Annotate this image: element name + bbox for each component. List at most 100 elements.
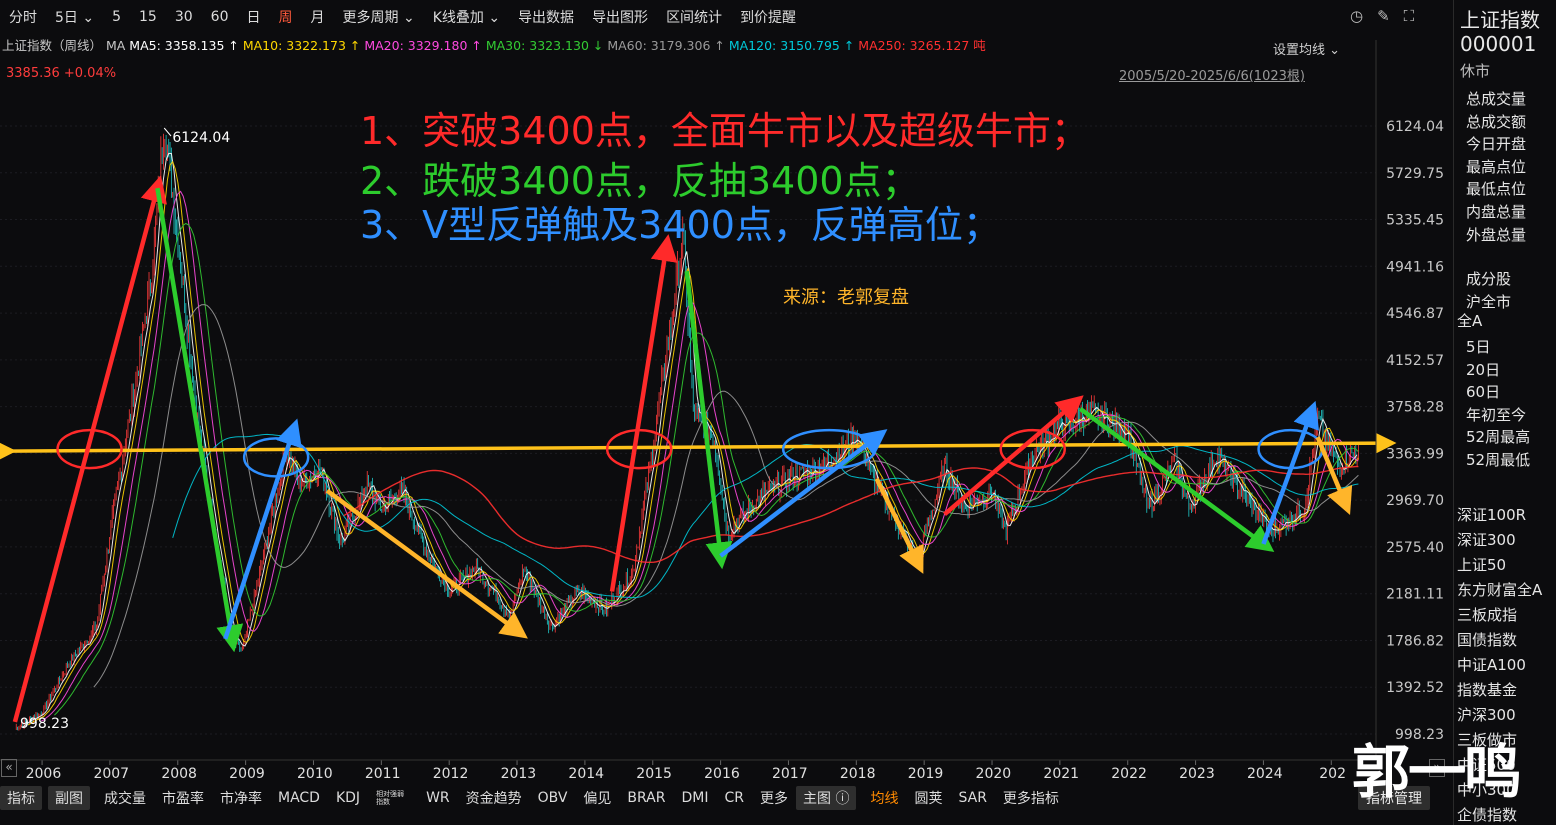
range-0[interactable]: 5日 — [1466, 336, 1491, 357]
y-tick-7: 3363.99 — [1386, 446, 1444, 462]
indicator-9[interactable]: 资金趋势 — [458, 788, 530, 808]
x-tick-6: 2012 — [433, 766, 469, 782]
y-tick-8: 2969.70 — [1386, 493, 1444, 509]
index-7[interactable]: 指数基金 — [1457, 679, 1517, 700]
indicator-18[interactable]: 圆荚 — [906, 788, 950, 808]
x-tick-5: 2011 — [365, 766, 401, 782]
indicator-12[interactable]: BRAR — [619, 790, 673, 806]
stat-3[interactable]: 最高点位 — [1466, 156, 1526, 177]
indicator-10[interactable]: OBV — [530, 790, 576, 806]
index-8[interactable]: 沪深300 — [1457, 704, 1516, 725]
indicator-15[interactable]: 更多 — [752, 788, 796, 808]
fullscreen-icon[interactable]: ⛶ — [1404, 7, 1415, 25]
index-4[interactable]: 三板成指 — [1457, 604, 1517, 625]
indicator-0[interactable]: 指标 — [0, 786, 42, 810]
x-tick-18: 2024 — [1247, 766, 1283, 782]
period-2[interactable]: 5 — [103, 9, 130, 25]
indicator-5[interactable]: MACD — [270, 790, 328, 806]
period-4[interactable]: 30 — [166, 9, 202, 25]
stat-1[interactable]: 总成交额 — [1466, 111, 1526, 132]
y-tick-4: 4546.87 — [1386, 306, 1444, 322]
indicator-14[interactable]: CR — [717, 790, 753, 806]
indicator-20[interactable]: 更多指标 — [995, 788, 1067, 808]
trend-arrow-2 — [943, 395, 1084, 517]
y-tick-11: 1786.82 — [1386, 633, 1444, 649]
indicator-2[interactable]: 成交量 — [96, 788, 154, 808]
indicator-4[interactable]: 市净率 — [212, 788, 270, 808]
period-5[interactable]: 60 — [202, 9, 238, 25]
indicator-8[interactable]: WR — [418, 790, 458, 806]
indicator-16[interactable]: 主图 ⓘ — [796, 786, 857, 810]
x-tick-8: 2014 — [568, 766, 604, 782]
x-tick-1: 2007 — [93, 766, 129, 782]
stat-5[interactable]: 内盘总量 — [1466, 201, 1526, 222]
index-0[interactable]: 深证100R — [1457, 504, 1526, 525]
period-11[interactable]: 导出数据 — [509, 7, 583, 27]
period-3[interactable]: 15 — [130, 9, 166, 25]
trend-arrow-7 — [719, 429, 888, 558]
period-7[interactable]: 周 — [270, 7, 302, 27]
period-12[interactable]: 导出图形 — [583, 7, 657, 27]
index-name: 上证指数 — [1460, 8, 1540, 32]
period-13[interactable]: 区间统计 — [657, 7, 731, 27]
pen-icon[interactable]: ✎ — [1377, 7, 1390, 25]
ma-value-5: MA120: 3150.795 ↑ — [728, 38, 859, 53]
highlight-ellipse-5 — [1257, 428, 1324, 470]
period-0[interactable]: 分时 — [0, 7, 46, 27]
group-2[interactable]: 全A — [1457, 310, 1482, 331]
period-1[interactable]: 5日 ⌄ — [46, 7, 103, 27]
x-tick-7: 2013 — [501, 766, 537, 782]
indicator-6[interactable]: KDJ — [328, 790, 368, 806]
source-label: 来源：老郭复盘 — [783, 287, 909, 308]
market-status: 休市 — [1460, 62, 1491, 80]
trend-arrow-10 — [874, 477, 924, 574]
y-tick-0: 6124.04 — [1386, 119, 1444, 135]
x-tick-19: 202 — [1319, 766, 1346, 782]
last-price: 3385.36 +0.04% — [6, 66, 117, 81]
range-5[interactable]: 52周最低 — [1466, 449, 1530, 470]
stat-2[interactable]: 今日开盘 — [1466, 133, 1526, 154]
indicator-3[interactable]: 市盈率 — [154, 788, 212, 808]
clock-icon[interactable]: ◷ — [1350, 7, 1363, 25]
range-1[interactable]: 20日 — [1466, 359, 1500, 380]
group-0[interactable]: 成分股 — [1466, 268, 1511, 289]
toolbar-icons: ◷ ✎ ⛶ — [1350, 7, 1440, 25]
period-9[interactable]: 更多周期 ⌄ — [334, 7, 424, 27]
period-10[interactable]: K线叠加 ⌄ — [424, 7, 509, 27]
x-tick-11: 2017 — [772, 766, 808, 782]
stat-0[interactable]: 总成交量 — [1466, 88, 1526, 109]
indicator-17[interactable]: 均线 — [862, 788, 906, 808]
period-14[interactable]: 到价提醒 — [731, 7, 805, 27]
scroll-left-icon[interactable]: « — [1, 759, 17, 777]
group-1[interactable]: 沪全市 — [1466, 291, 1511, 312]
indicator-bar: 指标 副图 成交量 市盈率 市净率 MACD KDJ 相对强弱指数 WR 资金趋势 OBV 偏见 BRA… — [0, 785, 1448, 811]
ma-value-0: MA5: 3358.135 ↑ — [129, 38, 243, 53]
index-1[interactable]: 深证300 — [1457, 529, 1516, 550]
set-ma-button[interactable]: 设置均线 ⌄ — [1273, 39, 1340, 58]
date-range[interactable]: 2005/5/20-2025/6/6(1023根) — [1119, 65, 1305, 84]
index-code: 000001 — [1460, 32, 1537, 56]
range-4[interactable]: 52周最高 — [1466, 426, 1530, 447]
x-tick-17: 2023 — [1179, 766, 1215, 782]
range-2[interactable]: 60日 — [1466, 381, 1500, 402]
annotation-3: 3、V型反弹触及3400点，反弹高位； — [360, 203, 1001, 247]
indicator-1[interactable]: 副图 — [48, 786, 90, 810]
y-tick-9: 2575.40 — [1386, 540, 1444, 556]
indicator-13[interactable]: DMI — [674, 790, 717, 806]
stat-4[interactable]: 最低点位 — [1466, 178, 1526, 199]
indicator-11[interactable]: 偏见 — [575, 788, 619, 808]
index-5[interactable]: 国债指数 — [1457, 629, 1517, 650]
indicator-7[interactable]: 相对强弱指数 — [368, 790, 418, 806]
range-3[interactable]: 年初至今 — [1466, 404, 1526, 425]
ma-value-6: MA250: 3265.127 吨 — [858, 38, 986, 53]
index-6[interactable]: 中证A100 — [1457, 654, 1526, 675]
index-2[interactable]: 上证50 — [1457, 554, 1506, 575]
period-8[interactable]: 月 — [302, 7, 334, 27]
period-6[interactable]: 日 — [238, 7, 270, 27]
x-tick-4: 2010 — [297, 766, 333, 782]
index-3[interactable]: 东方财富全A — [1457, 579, 1542, 600]
x-tick-10: 2016 — [704, 766, 740, 782]
y-tick-3: 4941.16 — [1386, 259, 1444, 275]
indicator-19[interactable]: SAR — [950, 790, 994, 806]
stat-6[interactable]: 外盘总量 — [1466, 224, 1526, 245]
